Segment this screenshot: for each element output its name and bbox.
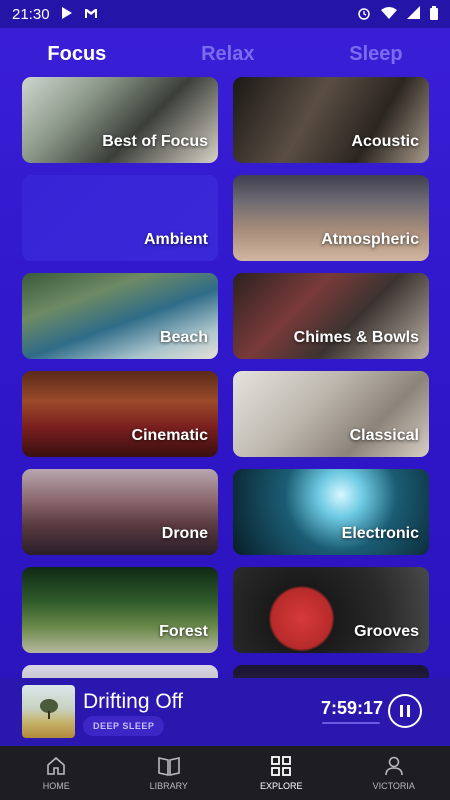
tab-sleep[interactable]: Sleep xyxy=(349,43,402,66)
track-title: Drifting Off xyxy=(83,690,183,713)
category-label: Beach xyxy=(159,329,208,346)
status-time: 21:30 xyxy=(12,5,50,23)
bottom-nav: HOME LIBRARY EXPLORE VICTORIA xyxy=(0,746,450,800)
play-store-icon xyxy=(61,6,72,22)
nav-home[interactable]: HOME xyxy=(0,746,113,800)
signal-icon xyxy=(407,6,420,22)
battery-icon xyxy=(430,5,438,23)
nav-profile[interactable]: VICTORIA xyxy=(338,746,450,800)
category-tile-electronic[interactable]: Electronic xyxy=(233,469,429,555)
nav-library[interactable]: LIBRARY xyxy=(113,746,226,800)
category-tile-atmospheric[interactable]: Atmospheric xyxy=(233,175,429,261)
nav-label: EXPLORE xyxy=(259,781,303,791)
category-label: Chimes & Bowls xyxy=(293,329,419,346)
category-tile-classical[interactable]: Classical xyxy=(233,371,429,457)
status-bar: 21:30 xyxy=(0,0,450,28)
category-label: Grooves xyxy=(354,623,419,640)
category-tabs: Focus Relax Sleep xyxy=(0,36,450,72)
category-label: Forest xyxy=(159,623,208,640)
nav-label: HOME xyxy=(42,781,70,791)
category-tile-ambient[interactable]: Ambient xyxy=(22,175,218,261)
mini-player[interactable]: Drifting Off DEEP SLEEP 7:59:17 xyxy=(0,678,450,746)
tab-focus[interactable]: Focus xyxy=(47,43,106,66)
app-root: 21:30 Focus Relax Sleep Best of Focus Ac… xyxy=(0,0,450,800)
tab-relax[interactable]: Relax xyxy=(201,43,254,66)
category-tile-acoustic[interactable]: Acoustic xyxy=(233,77,429,163)
category-tile-cinematic[interactable]: Cinematic xyxy=(22,371,218,457)
category-label: Cinematic xyxy=(131,427,208,444)
track-artwork xyxy=(22,685,75,738)
category-tile-grooves[interactable]: Grooves xyxy=(233,567,429,653)
category-label: Classical xyxy=(349,427,419,444)
grid-icon xyxy=(271,756,292,776)
book-icon xyxy=(157,757,180,776)
timer-progress xyxy=(322,722,380,724)
category-grid: Best of Focus Acoustic Ambient Atmospher… xyxy=(22,77,429,695)
category-label: Ambient xyxy=(144,231,208,248)
category-label: Drone xyxy=(161,525,208,542)
category-tile-drone[interactable]: Drone xyxy=(22,469,218,555)
user-icon xyxy=(384,756,403,776)
nav-label: LIBRARY xyxy=(149,781,188,791)
nav-explore[interactable]: EXPLORE xyxy=(225,746,338,800)
category-label: Acoustic xyxy=(351,133,419,150)
timer-readout: 7:59:17 xyxy=(321,698,384,718)
pause-icon xyxy=(400,705,410,717)
home-icon xyxy=(47,756,66,775)
category-tile-beach[interactable]: Beach xyxy=(22,273,218,359)
nav-label: VICTORIA xyxy=(372,781,415,791)
category-label: Best of Focus xyxy=(102,133,208,150)
gmail-icon xyxy=(84,6,98,22)
pause-button[interactable] xyxy=(388,694,422,728)
category-tile-chimes-bowls[interactable]: Chimes & Bowls xyxy=(233,273,429,359)
category-label: Atmospheric xyxy=(321,231,419,248)
wifi-icon xyxy=(381,6,397,22)
track-category-badge: DEEP SLEEP xyxy=(83,716,165,736)
alarm-icon xyxy=(357,6,371,23)
category-tile-best-of-focus[interactable]: Best of Focus xyxy=(22,77,218,163)
category-tile-forest[interactable]: Forest xyxy=(22,567,218,653)
category-label: Electronic xyxy=(341,525,419,542)
